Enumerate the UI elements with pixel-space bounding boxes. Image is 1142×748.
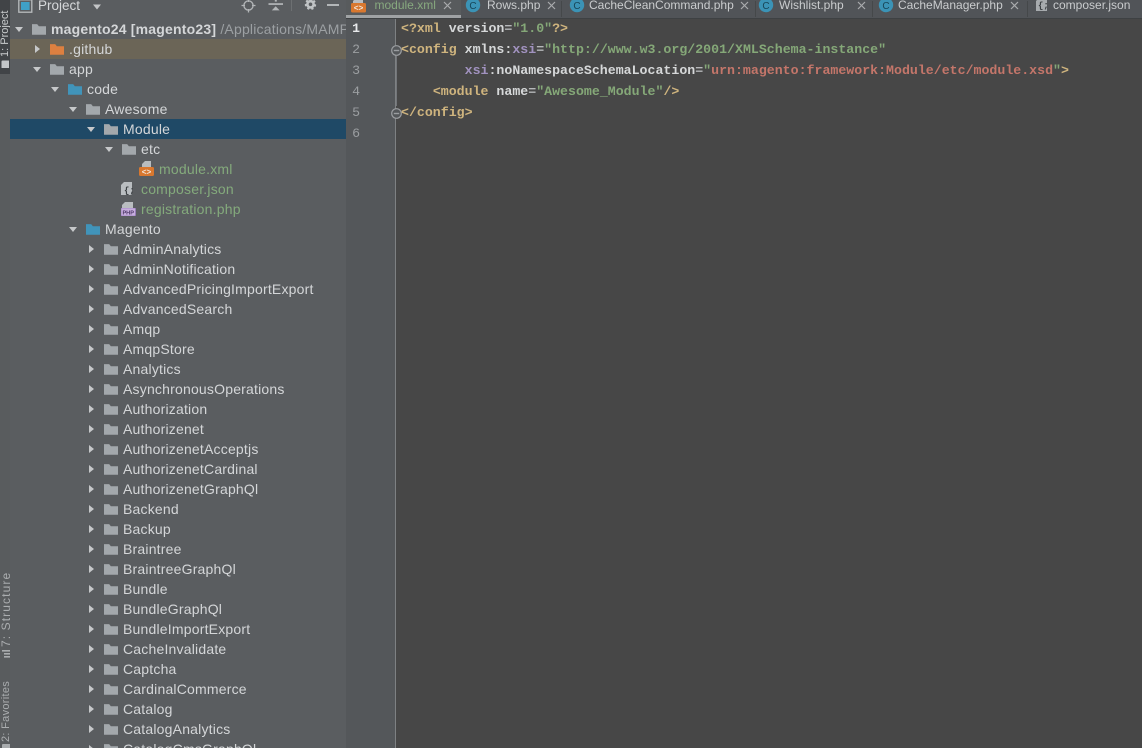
- svg-text:<>: <>: [142, 168, 152, 176]
- svg-text:C: C: [882, 1, 889, 12]
- svg-text:<>: <>: [354, 5, 364, 13]
- svg-text:C: C: [762, 1, 769, 12]
- svg-text:PHP: PHP: [122, 211, 134, 216]
- svg-text:C: C: [469, 1, 476, 12]
- svg-text:C: C: [573, 1, 580, 12]
